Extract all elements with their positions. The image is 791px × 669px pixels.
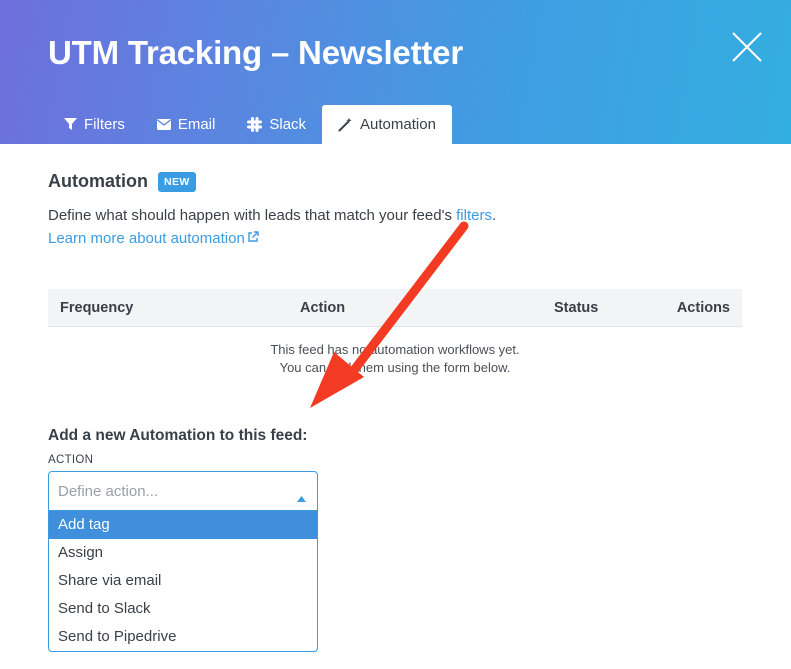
action-select-placeholder: Define action... <box>58 483 159 500</box>
section-heading: Automation <box>48 171 148 191</box>
magic-wand-icon <box>338 117 353 132</box>
tab-label: Slack <box>269 116 307 133</box>
workflow-table-header: Frequency Action Status Actions <box>48 289 742 327</box>
empty-message-line: This feed has no automation workflows ye… <box>270 342 520 357</box>
empty-table-message: This feed has no automation workflows ye… <box>48 341 742 377</box>
filter-icon <box>64 118 77 131</box>
column-header-status: Status <box>554 300 599 316</box>
modal-title: UTM Tracking – Newsletter <box>48 34 463 71</box>
option-send-to-slack[interactable]: Send to Slack <box>49 595 317 623</box>
tab-bar: Filters Email Slack Automation <box>48 105 452 144</box>
tab-slack[interactable]: Slack <box>231 105 322 144</box>
modal-header: UTM Tracking – Newsletter Filters Email <box>0 0 791 144</box>
add-automation-title: Add a new Automation to this feed: <box>48 427 308 444</box>
automation-description: Define what should happen with leads tha… <box>48 207 496 224</box>
slack-icon <box>247 117 263 132</box>
option-assign[interactable]: Assign <box>49 539 317 567</box>
tab-label: Email <box>177 116 216 133</box>
option-send-to-pipedrive[interactable]: Send to Pipedrive <box>49 623 317 651</box>
learn-more-link[interactable]: Learn more about automation <box>48 230 259 247</box>
tab-label: Automation <box>360 116 436 133</box>
action-select[interactable]: Define action... <box>48 471 318 511</box>
column-header-action: Action <box>300 300 346 316</box>
caret-up-icon <box>297 489 306 507</box>
option-share-via-email[interactable]: Share via email <box>49 567 317 595</box>
description-end: . <box>491 207 497 224</box>
filters-link[interactable]: filters <box>456 207 492 224</box>
tab-email[interactable]: Email <box>141 105 232 144</box>
description-text: Define what should happen with leads tha… <box>48 207 457 224</box>
close-icon[interactable] <box>730 30 764 64</box>
column-header-actions: Actions <box>676 300 730 316</box>
option-add-tag[interactable]: Add tag <box>49 511 317 539</box>
tab-automation[interactable]: Automation <box>322 105 452 144</box>
tab-filters[interactable]: Filters <box>48 105 141 144</box>
tab-label: Filters <box>84 116 125 133</box>
empty-message-line: You can add them using the form below. <box>279 360 511 375</box>
automation-heading-row: Automation NEW <box>48 171 196 192</box>
column-header-frequency: Frequency <box>60 300 134 316</box>
action-field-label: ACTION <box>48 454 94 466</box>
action-options-dropdown: Add tag Assign Share via email Send to S… <box>48 511 318 652</box>
learn-more-label: Learn more about automation <box>48 230 245 247</box>
external-link-icon <box>247 230 259 247</box>
new-badge: NEW <box>157 171 196 192</box>
envelope-icon <box>156 119 171 130</box>
